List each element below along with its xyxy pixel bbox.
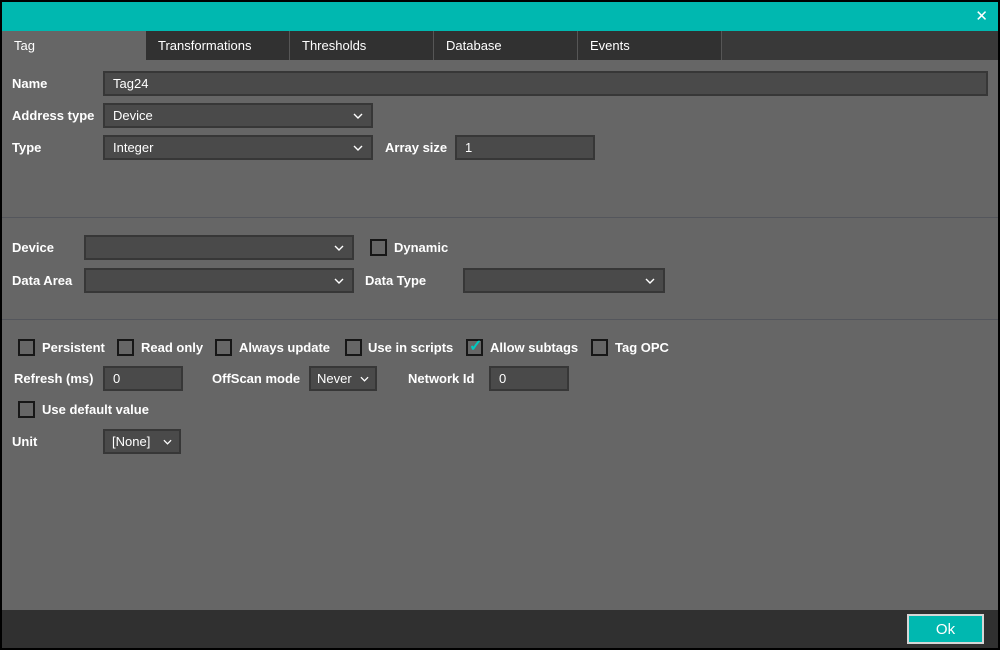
- tag-properties-dialog: ✕ Tag Transformations Thresholds Databas…: [0, 0, 1000, 650]
- allow-subtags-checkbox[interactable]: ✓: [466, 339, 483, 356]
- chevron-down-icon: [163, 439, 172, 445]
- array-size-input[interactable]: [455, 135, 595, 160]
- network-id-input[interactable]: [489, 366, 569, 391]
- array-size-label: Array size: [385, 135, 447, 160]
- device-select[interactable]: [84, 235, 354, 260]
- dynamic-checkbox[interactable]: ✓: [370, 239, 387, 256]
- type-label: Type: [12, 135, 41, 160]
- read-only-checkbox[interactable]: ✓: [117, 339, 134, 356]
- tab-events[interactable]: Events: [578, 31, 722, 60]
- tab-transformations[interactable]: Transformations: [146, 31, 290, 60]
- tag-opc-label: Tag OPC: [615, 339, 669, 356]
- device-label: Device: [12, 235, 54, 260]
- unit-select[interactable]: [None]: [103, 429, 181, 454]
- use-default-value-checkbox[interactable]: ✓: [18, 401, 35, 418]
- tab-thresholds[interactable]: Thresholds: [290, 31, 434, 60]
- tag-tab-panel: Name Address type Device Type Integer Ar…: [2, 60, 998, 610]
- data-type-select[interactable]: [463, 268, 665, 293]
- refresh-ms-input[interactable]: [103, 366, 183, 391]
- network-id-label: Network Id: [408, 366, 474, 391]
- section-divider: [2, 319, 998, 320]
- use-in-scripts-label: Use in scripts: [368, 339, 453, 356]
- allow-subtags-label: Allow subtags: [490, 339, 578, 356]
- persistent-checkbox[interactable]: ✓: [18, 339, 35, 356]
- titlebar: ✕: [2, 2, 998, 31]
- ok-button[interactable]: Ok: [907, 614, 984, 644]
- address-type-select[interactable]: Device: [103, 103, 373, 128]
- offscan-mode-label: OffScan mode: [212, 366, 300, 391]
- tab-bar: Tag Transformations Thresholds Database …: [2, 31, 998, 60]
- offscan-mode-value: Never: [317, 368, 360, 389]
- footer-bar: Ok: [2, 610, 998, 648]
- chevron-down-icon: [360, 376, 369, 382]
- dynamic-label: Dynamic: [394, 235, 448, 260]
- name-input[interactable]: [103, 71, 988, 96]
- refresh-ms-label: Refresh (ms): [14, 366, 93, 391]
- chevron-down-icon: [645, 278, 655, 284]
- tab-database[interactable]: Database: [434, 31, 578, 60]
- tag-opc-checkbox[interactable]: ✓: [591, 339, 608, 356]
- always-update-checkbox[interactable]: ✓: [215, 339, 232, 356]
- use-in-scripts-checkbox[interactable]: ✓: [345, 339, 362, 356]
- read-only-label: Read only: [141, 339, 203, 356]
- section-divider: [2, 217, 998, 218]
- unit-label: Unit: [12, 429, 37, 454]
- chevron-down-icon: [353, 113, 363, 119]
- address-type-label: Address type: [12, 103, 94, 128]
- persistent-label: Persistent: [42, 339, 105, 356]
- always-update-label: Always update: [239, 339, 330, 356]
- tab-strip-filler: [722, 31, 998, 60]
- use-default-value-label: Use default value: [42, 401, 149, 418]
- data-type-label: Data Type: [365, 268, 426, 293]
- type-select[interactable]: Integer: [103, 135, 373, 160]
- checkmark-icon: ✓: [468, 341, 481, 353]
- chevron-down-icon: [353, 145, 363, 151]
- data-area-select[interactable]: [84, 268, 354, 293]
- chevron-down-icon: [334, 245, 344, 251]
- close-icon[interactable]: ✕: [975, 2, 988, 31]
- type-value: Integer: [113, 137, 353, 158]
- chevron-down-icon: [334, 278, 344, 284]
- name-label: Name: [12, 71, 47, 96]
- data-area-label: Data Area: [12, 268, 72, 293]
- address-type-value: Device: [113, 105, 353, 126]
- offscan-mode-select[interactable]: Never: [309, 366, 377, 391]
- tab-tag[interactable]: Tag: [2, 31, 146, 60]
- unit-value: [None]: [112, 431, 163, 452]
